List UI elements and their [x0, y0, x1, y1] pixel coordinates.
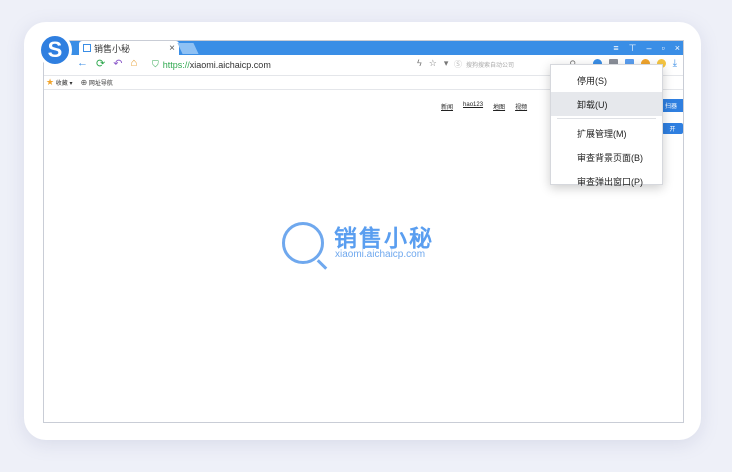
right-side-button[interactable]: 开	[662, 123, 683, 134]
favorites-label: 收藏	[55, 81, 68, 87]
tab-close-icon[interactable]: ×	[169, 43, 175, 54]
menu-item-uninstall[interactable]: 卸载(U)	[551, 92, 662, 116]
dropdown-icon[interactable]: ▾	[444, 58, 449, 69]
nav-site-button[interactable]: ⊕ 网址导航	[80, 78, 112, 87]
refresh-icon[interactable]: ⟳	[96, 57, 105, 70]
tab-favicon-icon	[83, 44, 91, 52]
menu-item-inspect-background[interactable]: 审查背景页面(B)	[551, 145, 662, 169]
url-host: xiaomi.aichaicp.com	[189, 59, 271, 70]
secure-shield-icon: ⛉	[152, 59, 159, 69]
address-bar[interactable]: ⛉ https:// xiaomi.aichaicp.com	[152, 57, 452, 72]
bookmark-star-icon[interactable]: ☆	[429, 58, 437, 69]
menu-item-manage-extensions[interactable]: 扩展管理(M)	[551, 121, 662, 145]
globe-icon: ⊕	[80, 78, 88, 87]
sogou-search-icon: Ⓢ	[454, 60, 462, 69]
close-window-icon[interactable]: ×	[675, 43, 680, 53]
download-icon[interactable]: ⤓	[673, 58, 677, 69]
menu-item-disable[interactable]: 停用(S)	[551, 68, 662, 92]
tab-active[interactable]: 销售小秘 ×	[79, 41, 179, 55]
nav-buttons: ← ⟳ ↶ ⌂	[77, 57, 137, 70]
top-links: 新闻 hao123 地图 视频	[441, 102, 527, 111]
menu-item-inspect-popup[interactable]: 审查弹出窗口(P)	[551, 169, 662, 193]
brand-mark-icon	[282, 222, 324, 264]
address-actions: ϟ ☆ ▾	[417, 58, 448, 69]
url-scheme: https://	[162, 59, 190, 70]
undo-icon[interactable]: ↶	[113, 57, 122, 70]
nav-site-label: 网址导航	[88, 81, 113, 87]
sogou-logo-icon[interactable]: S	[38, 33, 72, 67]
tab-title: 销售小秘	[94, 43, 131, 54]
home-icon[interactable]: ⌂	[130, 57, 137, 70]
favorites-button[interactable]: ★ 收藏 ▾	[46, 77, 72, 88]
minimize-icon[interactable]: –	[647, 43, 652, 53]
menu-icon[interactable]: ≡	[613, 43, 618, 53]
window-controls: ≡ ⊤ – ▫ ×	[613, 41, 680, 55]
link-video[interactable]: 视频	[515, 102, 527, 111]
brand-name: 销售小秘	[334, 225, 434, 251]
maximize-icon[interactable]: ▫	[662, 43, 665, 53]
link-hao123[interactable]: hao123	[463, 102, 483, 111]
star-icon: ★	[46, 77, 55, 87]
title-bar: S 销售小秘 × ≡ ⊤ – ▫ ×	[38, 33, 683, 67]
link-news[interactable]: 新闻	[441, 102, 453, 111]
link-map[interactable]: 地图	[493, 102, 505, 111]
menu-separator	[557, 118, 656, 119]
new-tab-button[interactable]	[177, 43, 199, 54]
search-placeholder: 搜狗搜索自动公司	[466, 63, 515, 69]
extension-context-menu: 停用(S) 卸载(U) 扩展管理(M) 审查背景页面(B) 审查弹出窗口(P)	[550, 64, 663, 187]
skin-icon[interactable]: ⊤	[629, 43, 637, 54]
brand-domain: xiaomi.aichaicp.com	[335, 249, 426, 260]
back-icon[interactable]: ←	[77, 57, 88, 70]
brand-logo: 销售小秘 xiaomi.aichaicp.com	[282, 219, 452, 269]
chevron-down-icon: ▾	[69, 81, 73, 87]
lightning-icon[interactable]: ϟ	[417, 58, 422, 69]
